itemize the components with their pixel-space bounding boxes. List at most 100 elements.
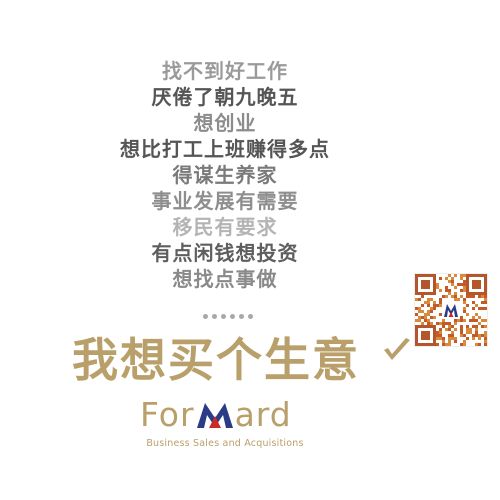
qr-module (433, 277, 436, 280)
qr-module (430, 310, 433, 313)
qr-module (448, 322, 451, 325)
qr-module (481, 325, 484, 328)
qr-module (478, 334, 481, 337)
qr-module (469, 319, 472, 322)
qr-module (421, 310, 424, 313)
qr-module (415, 328, 418, 331)
dot (248, 314, 253, 319)
qr-module (421, 343, 424, 346)
qr-module (415, 319, 418, 322)
qr-module (448, 274, 451, 277)
qr-module (448, 337, 451, 340)
qr-module (454, 319, 457, 322)
qr-module (463, 340, 466, 343)
qr-module (451, 280, 454, 283)
qr-module (463, 301, 466, 304)
qr-module (424, 313, 427, 316)
qr-module (481, 274, 484, 277)
qr-module (454, 298, 457, 301)
qr-module (472, 292, 475, 295)
qr-module (451, 277, 454, 280)
qr-module (478, 316, 481, 319)
qr-module (484, 274, 487, 277)
qr-module (445, 328, 448, 331)
brand-word-left: For (140, 395, 195, 434)
qr-module (472, 295, 475, 298)
qr-module (466, 313, 469, 316)
qr-module (421, 295, 424, 298)
qr-module (481, 301, 484, 304)
qr-module (475, 319, 478, 322)
qr-module (424, 301, 427, 304)
qr-module (472, 325, 475, 328)
qr-module (427, 274, 430, 277)
qr-module (430, 325, 433, 328)
dot (230, 314, 235, 319)
qr-module (466, 280, 469, 283)
reasons-list: 找不到好工作 厌倦了朝九晚五 想创业 想比打工上班赚得多点 得谋生养家 事业发展… (0, 58, 450, 292)
qr-module (421, 325, 424, 328)
qr-module (433, 286, 436, 289)
qr-module (484, 298, 487, 301)
qr-module (433, 334, 436, 337)
qr-module (484, 301, 487, 304)
qr-module (433, 283, 436, 286)
checkmark-icon (384, 338, 410, 360)
qr-module (430, 298, 433, 301)
qr-module (427, 286, 430, 289)
qr-module (460, 334, 463, 337)
qr-module (478, 292, 481, 295)
qr-module (418, 325, 421, 328)
qr-module (439, 334, 442, 337)
qr-code-icon[interactable] (414, 273, 488, 347)
qr-module (433, 274, 436, 277)
qr-module (427, 283, 430, 286)
qr-module (439, 313, 442, 316)
qr-module (463, 274, 466, 277)
ellipsis-dots (203, 314, 253, 319)
qr-module (424, 274, 427, 277)
qr-module (475, 334, 478, 337)
qr-module (439, 301, 442, 304)
qr-module (454, 340, 457, 343)
dot (239, 314, 244, 319)
brand-tagline: Business Sales and Acquisitions (146, 438, 304, 449)
qr-module (466, 337, 469, 340)
qr-module (475, 283, 478, 286)
qr-module (484, 286, 487, 289)
qr-module (433, 280, 436, 283)
qr-module (481, 295, 484, 298)
qr-module (445, 295, 448, 298)
qr-module (466, 289, 469, 292)
qr-module (460, 325, 463, 328)
qr-module (427, 301, 430, 304)
qr-module (475, 280, 478, 283)
qr-module (460, 343, 463, 346)
reason-line-9: 想找点事做 (172, 267, 278, 291)
qr-module (424, 283, 427, 286)
qr-module (475, 304, 478, 307)
qr-module (463, 319, 466, 322)
qr-module (436, 322, 439, 325)
qr-module (427, 334, 430, 337)
qr-module (418, 343, 421, 346)
qr-module (469, 328, 472, 331)
qr-module (415, 298, 418, 301)
qr-module (472, 316, 475, 319)
qr-module (436, 343, 439, 346)
qr-module (424, 319, 427, 322)
qr-module (451, 295, 454, 298)
qr-module (415, 331, 418, 334)
qr-module (466, 328, 469, 331)
qr-module (421, 334, 424, 337)
qr-module (427, 292, 430, 295)
qr-module (433, 343, 436, 346)
qr-module (442, 337, 445, 340)
qr-module (466, 295, 469, 298)
qr-module (421, 292, 424, 295)
qr-module (469, 274, 472, 277)
qr-module (436, 334, 439, 337)
qr-module (427, 304, 430, 307)
qr-module (451, 331, 454, 334)
qr-module (478, 322, 481, 325)
